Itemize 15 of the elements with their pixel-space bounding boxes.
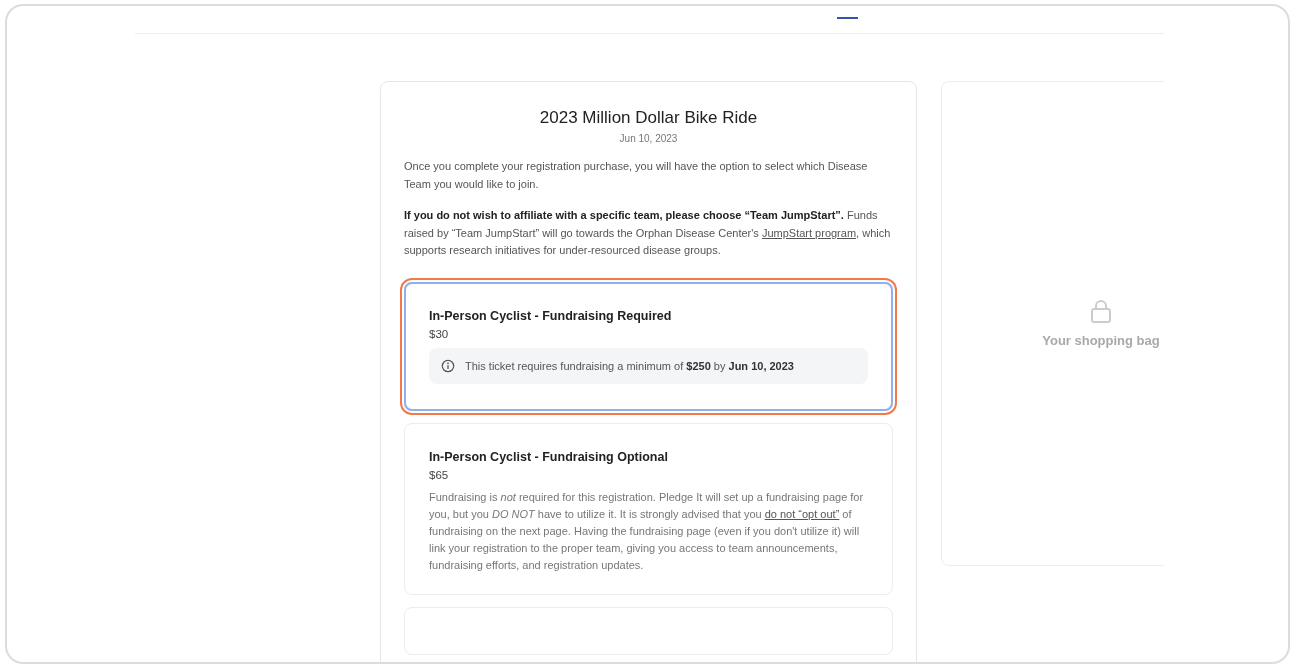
- tab-indicator: [837, 17, 858, 19]
- info-icon: [441, 358, 455, 373]
- notice-text: If you do not wish to affiliate with a specific team, please choose “Team JumpStart”. Funds raised by “Team JumpStart” will go towards the Orphan Disease Center's JumpStart program, which supports research initiatives for under-resourced disease groups.: [404, 208, 892, 258]
- note-text: This ticket requires fundraising a minimum of $250 by Jun 10, 2023: [465, 359, 794, 372]
- ticket-name: In-Person Cyclist - Fundraising Required: [429, 308, 673, 323]
- intro-text: Once you complete your registration purchase, you will have the option to select which Disease Team you would like to join.: [404, 159, 869, 192]
- event-date: Jun 10, 2023: [618, 133, 679, 144]
- empty-cart-text: Your shopping bag: [1042, 332, 1160, 348]
- ticket-price: $30: [429, 327, 450, 340]
- shopping-bag-icon: [1090, 299, 1112, 324]
- event-title: 2023 Million Dollar Bike Ride: [538, 108, 759, 128]
- ticket-description: Fundraising is not required for this registration. Pledge It will set up a fundraising page for you, but you DO NOT have to utilize it. It is strongly advised that you do not “opt out” of fundraising on the next page. Having the fundraising page (even if you don't utilize it) will link your registration to the proper team, giving you access to team announcements, fundraising efforts, and registration updates.: [429, 489, 865, 573]
- opt-out-link[interactable]: do not “opt out”: [764, 507, 840, 520]
- ticket-name: In-Person Cyclist - Fundraising Optional: [429, 449, 669, 464]
- ticket-price: $65: [429, 468, 450, 481]
